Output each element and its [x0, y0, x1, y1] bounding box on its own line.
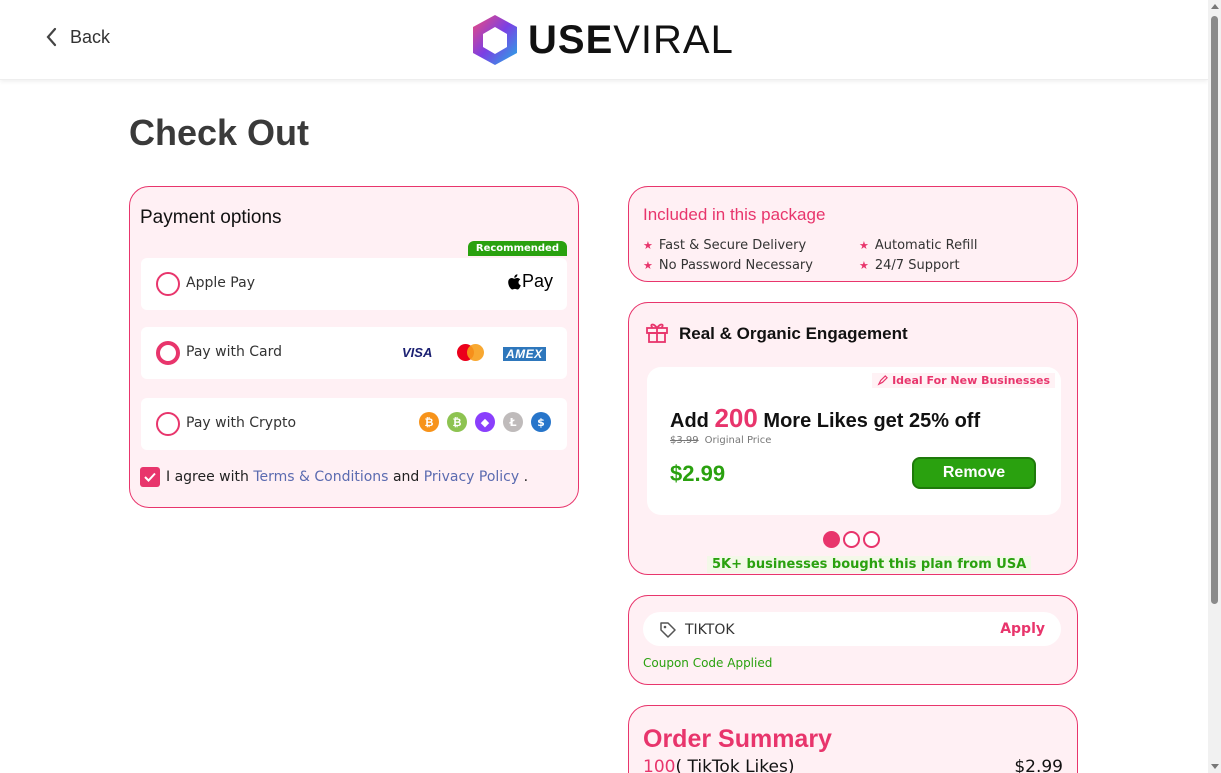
rocket-icon	[877, 375, 889, 386]
recommended-badge: Recommended	[467, 241, 567, 256]
back-button[interactable]: Back	[44, 26, 110, 48]
logo-bold: USE	[528, 18, 614, 62]
terms-checkbox[interactable]	[140, 467, 160, 487]
feature-item: ★ Automatic Refill	[859, 238, 978, 253]
carousel-dots	[823, 531, 880, 548]
summary-item-label: ( TikTok Likes)	[675, 757, 795, 773]
payment-options-card: Payment options Recommended Apple Pay Pa…	[129, 186, 579, 508]
offer-count: 200	[714, 403, 758, 433]
pay-with-crypto-option[interactable]: Pay with Crypto ₿ ₿ ◆ Ł $	[141, 398, 567, 450]
feature-label: 24/7 Support	[874, 258, 960, 273]
offer-headline: Add 200 More Likes get 25% off	[670, 403, 980, 434]
summary-quantity: 100	[643, 757, 676, 773]
terms-link[interactable]: Terms & Conditions	[253, 469, 388, 485]
original-price-label: Original Price	[704, 435, 772, 446]
offer-price: $2.99	[670, 461, 726, 486]
carousel-dot[interactable]	[823, 531, 840, 548]
crypto-icons: ₿ ₿ ◆ Ł $	[419, 412, 551, 432]
payment-options-title: Payment options	[140, 207, 282, 228]
usdc-icon: $	[531, 412, 551, 432]
engagement-card: Real & Organic Engagement Ideal For New …	[628, 302, 1078, 575]
original-price-row: $3.99 Original Price	[670, 435, 771, 446]
apple-icon	[508, 273, 521, 289]
original-price: $3.99	[670, 435, 699, 446]
coupon-field[interactable]: TIKTOK Apply	[643, 612, 1061, 646]
order-summary-title: Order Summary	[643, 725, 832, 753]
page-title: Check Out	[129, 112, 310, 153]
apply-coupon-button[interactable]: Apply	[1000, 621, 1045, 637]
logo-light: VIRAL	[613, 18, 734, 62]
page-scrollbar[interactable]	[1208, 0, 1221, 773]
pay-with-crypto-radio[interactable]	[156, 412, 180, 436]
upsell-offer: Ideal For New Businesses Add 200 More Li…	[647, 367, 1061, 515]
scroll-thumb[interactable]	[1211, 16, 1218, 604]
order-summary-card: Order Summary 100( TikTok Likes) $2.99	[628, 705, 1078, 773]
offer-suffix: More Likes get 25% off	[763, 410, 981, 432]
amex-logo: AMEX	[503, 347, 546, 361]
engagement-title: Real & Organic Engagement	[679, 324, 908, 343]
pay-with-card-radio[interactable]	[156, 341, 180, 365]
feature-item: ★ 24/7 Support	[859, 258, 960, 273]
apple-pay-text: Pay	[521, 271, 553, 291]
star-icon: ★	[859, 239, 869, 252]
feature-label: Fast & Secure Delivery	[658, 238, 807, 253]
visa-logo: VISA	[402, 345, 433, 360]
carousel-dot[interactable]	[863, 531, 880, 548]
ideal-tag-label: Ideal For New Businesses	[892, 374, 1050, 387]
mastercard-icon	[457, 344, 485, 362]
feature-label: No Password Necessary	[658, 258, 813, 273]
carousel-dot[interactable]	[843, 531, 860, 548]
litecoin-icon: Ł	[503, 412, 523, 432]
star-icon: ★	[643, 259, 653, 272]
scroll-down-arrow[interactable]	[1211, 764, 1219, 769]
apple-pay-option[interactable]: Apple Pay Pay	[141, 258, 567, 310]
summary-item-price: $2.99	[1014, 757, 1063, 773]
back-label: Back	[70, 26, 111, 47]
star-icon: ★	[643, 239, 653, 252]
pay-with-card-label: Pay with Card	[186, 344, 283, 360]
included-package-card: Included in this package ★ Fast & Secure …	[628, 186, 1078, 282]
agree-and: and	[392, 469, 420, 485]
agree-suffix: .	[523, 469, 529, 485]
offer-prefix: Add	[670, 410, 709, 432]
ethereum-icon: ◆	[475, 412, 495, 432]
summary-line-item: 100( TikTok Likes) $2.99	[643, 757, 1063, 773]
privacy-policy-link[interactable]: Privacy Policy	[424, 469, 519, 485]
tag-icon	[660, 622, 676, 638]
bitcoin-icon: ₿	[419, 412, 439, 432]
feature-item: ★ No Password Necessary	[643, 258, 813, 273]
logo[interactable]: USEVIRAL	[470, 13, 734, 67]
bitcoin-cash-icon: ₿	[447, 412, 467, 432]
feature-item: ★ Fast & Secure Delivery	[643, 238, 806, 253]
terms-agreement: I agree with Terms & Conditions and Priv…	[140, 467, 528, 487]
coupon-applied-message: Coupon Code Applied	[643, 656, 773, 670]
remove-button[interactable]: Remove	[912, 457, 1036, 489]
chevron-left-icon	[46, 27, 57, 47]
gift-icon	[646, 323, 668, 343]
included-title: Included in this package	[643, 205, 826, 224]
apple-pay-label: Apple Pay	[186, 275, 255, 291]
coupon-card: TIKTOK Apply Coupon Code Applied	[628, 595, 1078, 685]
pay-with-crypto-label: Pay with Crypto	[186, 415, 297, 431]
top-header: Back USEVIRAL	[0, 0, 1208, 80]
checkmark-icon	[144, 472, 156, 482]
scroll-up-arrow[interactable]	[1211, 4, 1219, 9]
hexagon-logo-icon	[473, 15, 517, 65]
ideal-tag: Ideal For New Businesses	[872, 373, 1055, 388]
star-icon: ★	[859, 259, 869, 272]
agree-prefix: I agree with	[166, 469, 249, 485]
pay-with-card-option[interactable]: Pay with Card VISA AMEX	[141, 327, 567, 379]
social-proof-note: 5K+ businesses bought this plan from USA	[707, 556, 1032, 573]
coupon-code-value: TIKTOK	[685, 622, 735, 638]
apple-pay-logo: Pay	[507, 271, 553, 292]
logo-wordmark: USEVIRAL	[528, 20, 734, 60]
apple-pay-radio[interactable]	[156, 272, 180, 296]
feature-label: Automatic Refill	[874, 238, 978, 253]
